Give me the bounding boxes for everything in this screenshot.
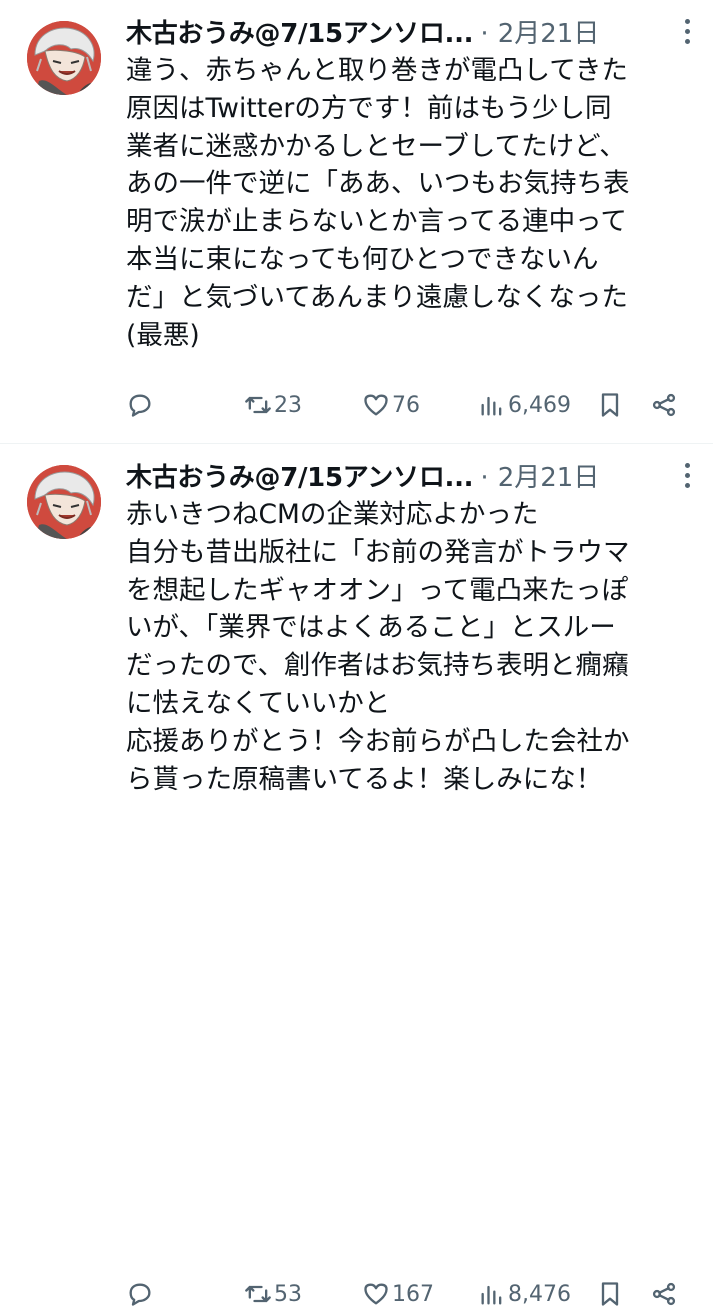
views-button[interactable]: 6,469 bbox=[478, 385, 571, 425]
tweet-text-line: 応援ありがとう！今お前らが凸した会社か bbox=[126, 725, 630, 757]
tweet-date[interactable]: 2月21日 bbox=[498, 19, 600, 49]
action-bar: 53 167 8,476 bbox=[126, 1274, 686, 1314]
tweet-text-line: あの一件で逆に「ああ、いつもお気持ち表 bbox=[126, 168, 630, 200]
share-icon bbox=[652, 1282, 676, 1306]
tweet-text-line: 違う、赤ちゃんと取り巻きが電凸してきた bbox=[126, 55, 628, 86]
avatar[interactable] bbox=[27, 465, 101, 539]
separator-dot: · bbox=[480, 19, 489, 49]
action-bar: 23 76 6,469 bbox=[126, 385, 686, 425]
tweet-text: 赤いきつねCMの企業対応よかった 自分も昔出版社に「お前の発言がトラウマ を想起… bbox=[126, 496, 696, 798]
reply-button[interactable] bbox=[126, 385, 154, 425]
retweet-count: 53 bbox=[274, 1281, 302, 1307]
tweet-text-line: (最悪) bbox=[126, 319, 200, 351]
bookmark-button[interactable] bbox=[596, 1274, 624, 1314]
tweet-text-line: だったので、創作者はお気持ち表明と癇癪 bbox=[126, 650, 629, 682]
share-icon bbox=[652, 393, 676, 417]
heart-icon bbox=[364, 1283, 388, 1305]
tweet-text: 違う、赤ちゃんと取り巻きが電凸してきた 原因はTwitterの方です！前はもう少… bbox=[126, 52, 696, 354]
more-icon[interactable] bbox=[674, 463, 700, 493]
avatar-illustration bbox=[27, 21, 101, 95]
reply-icon bbox=[129, 394, 151, 417]
more-icon[interactable] bbox=[674, 19, 700, 49]
views-count: 6,469 bbox=[508, 392, 571, 418]
retweet-icon bbox=[245, 396, 271, 414]
tweet[interactable]: 木古おうみ@7/15アンソロ... · 2月21日 赤いきつねCMの企業対応よか… bbox=[0, 444, 713, 1307]
tweet-text-line: 業者に迷惑かかるしとセーブしてたけど、 bbox=[126, 130, 626, 162]
tweet-header: 木古おうみ@7/15アンソロ... · 2月21日 bbox=[126, 13, 690, 53]
avatar-illustration bbox=[27, 465, 101, 539]
tweet-text-line: 原因はTwitterの方です！前はもう少し同 bbox=[126, 92, 612, 124]
bookmark-icon bbox=[601, 1282, 619, 1306]
like-count: 167 bbox=[392, 1281, 434, 1307]
like-count: 76 bbox=[392, 392, 420, 418]
separator-dot: · bbox=[480, 463, 489, 493]
like-button[interactable]: 167 bbox=[362, 1274, 434, 1314]
reply-icon bbox=[129, 1283, 151, 1306]
retweet-count: 23 bbox=[274, 392, 302, 418]
retweet-button[interactable]: 53 bbox=[244, 1274, 302, 1314]
reply-button[interactable] bbox=[126, 1274, 154, 1314]
bookmark-button[interactable] bbox=[596, 385, 624, 425]
tweet-header: 木古おうみ@7/15アンソロ... · 2月21日 bbox=[126, 457, 690, 497]
views-icon bbox=[481, 396, 502, 416]
retweet-icon bbox=[245, 1285, 271, 1303]
retweet-button[interactable]: 23 bbox=[244, 385, 302, 425]
avatar[interactable] bbox=[27, 21, 101, 95]
heart-icon bbox=[364, 394, 388, 416]
views-icon bbox=[481, 1285, 502, 1305]
views-count: 8,476 bbox=[508, 1281, 571, 1307]
tweet-text-line: に怯えなくていいかと bbox=[126, 687, 391, 719]
author-name[interactable]: 木古おうみ@7/15アンソロ... bbox=[126, 19, 474, 49]
like-button[interactable]: 76 bbox=[362, 385, 420, 425]
tweet-text-line: ら貰った原稿書いてるよ！楽しみにな！ bbox=[126, 763, 603, 795]
tweet-text-line: 自分も昔出版社に「お前の発言がトラウマ bbox=[126, 536, 630, 568]
tweet-date[interactable]: 2月21日 bbox=[498, 463, 600, 493]
tweet-text-line: 本当に束になっても何ひとつできないん bbox=[126, 243, 599, 275]
share-button[interactable] bbox=[650, 385, 678, 425]
tweet-text-line: を想起したギャオオン」って電凸来たっぽ bbox=[126, 574, 629, 606]
tweet-text-line: だ」と気づいてあんまり遠慮しなくなった bbox=[126, 281, 628, 313]
tweet-text-line: 赤いきつねCMの企業対応よかった bbox=[126, 499, 539, 530]
tweet-text-line: 明で涙が止まらないとか言ってる連中って bbox=[126, 206, 627, 238]
bookmark-icon bbox=[601, 393, 619, 417]
tweet[interactable]: 木古おうみ@7/15アンソロ... · 2月21日 違う、赤ちゃんと取り巻きが電… bbox=[0, 0, 713, 443]
views-button[interactable]: 8,476 bbox=[478, 1274, 571, 1314]
share-button[interactable] bbox=[650, 1274, 678, 1314]
tweet-text-line: いが、「業界ではよくあること」とスルー bbox=[126, 612, 616, 644]
author-name[interactable]: 木古おうみ@7/15アンソロ... bbox=[126, 463, 474, 493]
